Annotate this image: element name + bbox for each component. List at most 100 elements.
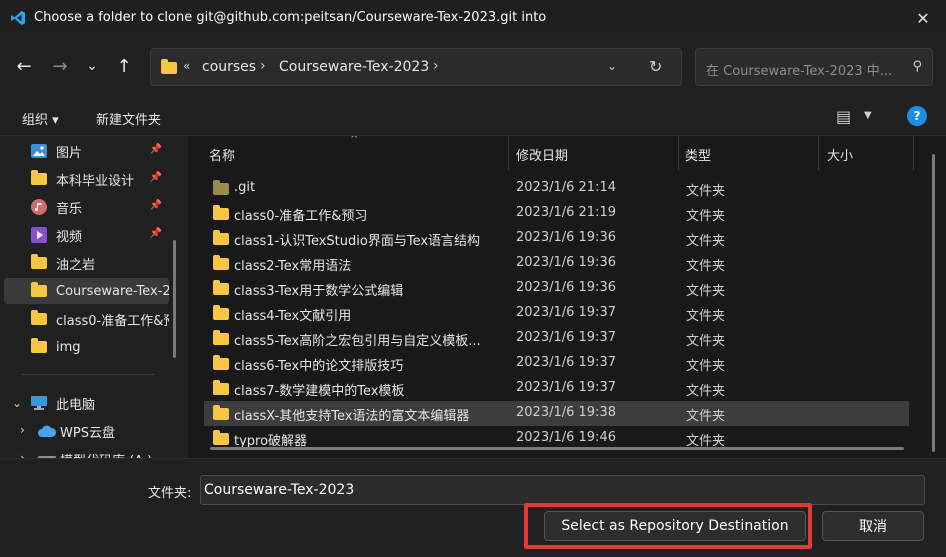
column-headers: ^ 名称 修改日期 类型 大小 — [188, 136, 928, 170]
refresh-icon[interactable]: ↻ — [649, 57, 662, 76]
file-row[interactable]: class0-准备工作&预习 2023/1/6 21:19 文件夹 — [204, 201, 909, 226]
file-row-selected[interactable]: classX-其他支持Tex语法的富文本编辑器 2023/1/6 19:38 文… — [204, 401, 909, 426]
sidebar-item-videos[interactable]: 视频 📌 — [4, 222, 184, 248]
column-header-name[interactable]: 名称 — [209, 145, 235, 164]
sidebar-item-img[interactable]: img — [4, 334, 184, 360]
breadcrumb-separator-icon[interactable]: › — [260, 58, 266, 74]
cancel-button[interactable]: 取消 — [822, 511, 924, 541]
sidebar-item-label: 此电脑 — [56, 397, 96, 413]
file-list-horizontal-scrollbar[interactable] — [210, 447, 904, 450]
file-modified: 2023/1/6 21:19 — [516, 205, 616, 220]
column-header-type[interactable]: 类型 — [685, 145, 711, 164]
back-arrow-icon[interactable]: ← — [10, 52, 38, 80]
folder-icon — [213, 180, 229, 195]
new-folder-button[interactable]: 新建文件夹 — [96, 109, 161, 128]
address-dropdown-icon[interactable]: ⌄ — [607, 59, 617, 73]
close-icon[interactable]: ✕ — [900, 0, 946, 36]
column-header-size[interactable]: 大小 — [827, 145, 853, 164]
file-modified: 2023/1/6 19:36 — [516, 255, 616, 270]
dialog-footer: 文件夹: Courseware-Tex-2023 Select as Repos… — [0, 458, 946, 557]
sidebar-item-label: WPS云盘 — [60, 425, 115, 441]
file-type: 文件夹 — [686, 359, 726, 374]
view-dropdown-icon[interactable]: ▼ — [864, 110, 872, 121]
file-type: 文件夹 — [686, 309, 726, 324]
column-header-modified[interactable]: 修改日期 — [516, 145, 568, 164]
column-divider[interactable] — [818, 136, 819, 170]
file-modified: 2023/1/6 19:36 — [516, 280, 616, 295]
breadcrumb-overflow-icon[interactable]: « — [183, 59, 190, 73]
command-toolbar: 组织 ▾ 新建文件夹 ▤ ▼ ? — [0, 98, 946, 136]
sidebar-item-drive-a[interactable]: 模型代码库 (A:) — [4, 446, 184, 458]
folder-icon — [213, 330, 229, 345]
recent-locations-icon[interactable]: ⌄ — [78, 52, 106, 80]
pictures-icon — [30, 143, 48, 159]
sidebar-item-music[interactable]: 音乐 📌 — [4, 194, 184, 220]
help-icon[interactable]: ? — [907, 106, 927, 126]
pin-icon[interactable]: 📌 — [150, 200, 162, 211]
title-bar: Choose a folder to clone git@github.com:… — [0, 0, 946, 36]
folder-icon — [213, 430, 229, 445]
sidebar-item-label: 油之岩 — [56, 257, 96, 273]
file-row[interactable]: class1-认识TexStudio界面与Tex语言结构 2023/1/6 19… — [204, 226, 909, 251]
address-bar[interactable]: « courses › Courseware-Tex-2023 › ⌄ ↻ — [150, 48, 682, 86]
pin-icon[interactable]: 📌 — [150, 228, 162, 239]
file-list: ^ 名称 修改日期 类型 大小 .git 2023/1/6 21:14 文件夹 … — [188, 136, 946, 458]
file-modified: 2023/1/6 19:37 — [516, 305, 616, 320]
file-row[interactable]: class4-Tex文献引用 2023/1/6 19:37 文件夹 — [204, 301, 909, 326]
music-icon — [30, 199, 48, 215]
organize-button[interactable]: 组织 ▾ — [22, 109, 59, 128]
file-type: 文件夹 — [686, 234, 726, 249]
file-modified: 2023/1/6 19:37 — [516, 380, 616, 395]
file-name: class1-认识TexStudio界面与Tex语言结构 — [234, 234, 481, 249]
vscode-icon — [11, 11, 25, 25]
column-divider[interactable] — [913, 136, 914, 170]
search-icon[interactable]: ⚲ — [912, 59, 922, 74]
file-modified: 2023/1/6 19:37 — [516, 330, 616, 345]
drive-icon — [38, 451, 56, 458]
sidebar-item-wps[interactable]: WPS云盘 — [4, 418, 184, 444]
breadcrumb-courseware[interactable]: Courseware-Tex-2023 — [279, 59, 429, 75]
column-divider[interactable] — [508, 136, 509, 170]
sidebar-item-youzhiyan[interactable]: 油之岩 — [4, 250, 184, 276]
search-box[interactable]: 在 Courseware-Tex-2023 中... ⚲ — [695, 48, 933, 86]
sidebar-item-label: 模型代码库 (A:) — [60, 450, 152, 459]
pin-icon[interactable]: 📌 — [150, 172, 162, 183]
pin-icon[interactable]: 📌 — [150, 144, 162, 155]
file-row[interactable]: class5-Tex高阶之宏包引用与自定义模板... 2023/1/6 19:3… — [204, 326, 909, 351]
column-divider[interactable] — [678, 136, 679, 170]
sidebar-item-class0[interactable]: class0-准备工作&预习 — [4, 306, 169, 332]
expand-chevron-icon[interactable]: › — [20, 451, 25, 458]
breadcrumb-courses[interactable]: courses — [202, 59, 256, 75]
file-modified: 2023/1/6 21:14 — [516, 180, 616, 195]
sidebar-item-this-pc[interactable]: 此电脑 — [4, 390, 184, 416]
folder-icon — [30, 282, 48, 299]
sidebar-item-courseware[interactable]: Courseware-Tex-2023 — [4, 278, 169, 304]
file-row[interactable]: class7-数学建模中的Tex模板 2023/1/6 19:37 文件夹 — [204, 376, 909, 401]
computer-icon — [30, 395, 48, 411]
folder-icon — [161, 59, 177, 74]
up-arrow-icon[interactable]: ↑ — [110, 52, 138, 80]
file-name: class5-Tex高阶之宏包引用与自定义模板... — [234, 334, 481, 349]
file-name: class6-Tex中的论文排版技巧 — [234, 359, 404, 374]
expand-chevron-icon[interactable]: › — [20, 423, 25, 437]
file-row[interactable]: class3-Tex用于数学公式编辑 2023/1/6 19:36 文件夹 — [204, 276, 909, 301]
select-repository-destination-button[interactable]: Select as Repository Destination — [544, 511, 806, 541]
file-row[interactable]: class6-Tex中的论文排版技巧 2023/1/6 19:37 文件夹 — [204, 351, 909, 376]
sidebar-item-label: Courseware-Tex-2023 — [56, 283, 169, 299]
file-list-vertical-scrollbar[interactable] — [932, 154, 935, 452]
folder-name-input[interactable]: Courseware-Tex-2023 — [200, 475, 925, 505]
window-title: Choose a folder to clone git@github.com:… — [34, 10, 547, 25]
file-modified: 2023/1/6 19:36 — [516, 230, 616, 245]
forward-arrow-icon[interactable]: → — [46, 52, 74, 80]
expand-chevron-icon[interactable]: ⌄ — [12, 396, 22, 410]
sidebar-scrollbar[interactable] — [173, 240, 176, 358]
file-row[interactable]: class2-Tex常用语法 2023/1/6 19:36 文件夹 — [204, 251, 909, 276]
sort-ascending-icon: ^ — [350, 136, 359, 145]
sidebar-item-pictures[interactable]: 图片 📌 — [4, 138, 184, 164]
file-type: 文件夹 — [686, 184, 726, 199]
sidebar-item-graduation[interactable]: 本科毕业设计 📌 — [4, 166, 184, 192]
sidebar-item-label: class0-准备工作&预习 — [56, 313, 169, 329]
view-options-icon[interactable]: ▤ — [836, 107, 851, 126]
breadcrumb-separator-icon[interactable]: › — [433, 58, 439, 74]
file-row[interactable]: .git 2023/1/6 21:14 文件夹 — [204, 176, 909, 201]
